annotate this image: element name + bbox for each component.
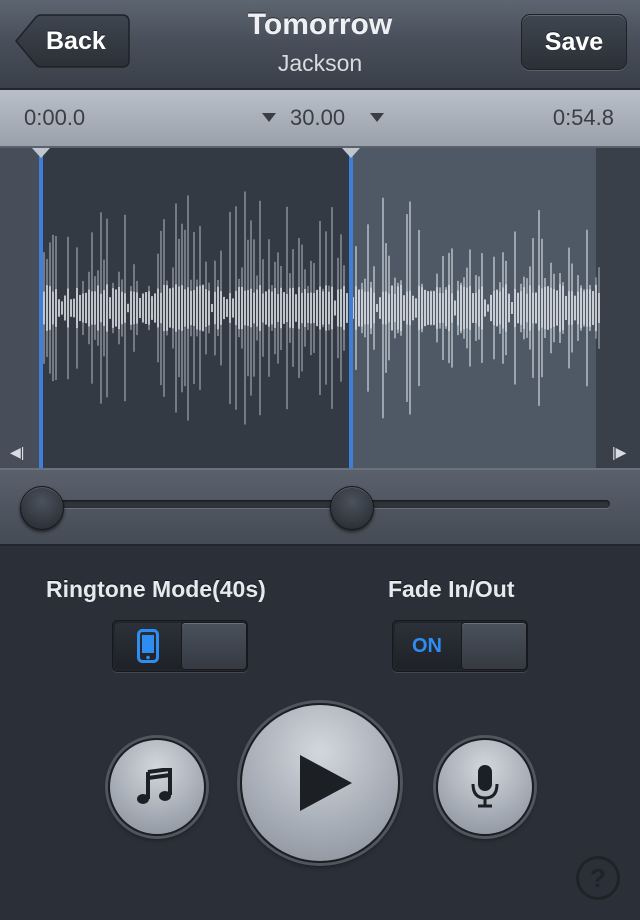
start-knob[interactable] — [20, 486, 64, 530]
music-note-icon — [137, 768, 172, 804]
post-region — [596, 148, 640, 468]
play-icon — [300, 755, 352, 811]
microphone-icon — [471, 765, 499, 808]
phone-icon — [137, 629, 159, 663]
duration-value: 30.00 — [290, 105, 346, 130]
waveform-area[interactable] — [0, 148, 640, 468]
scroll-right-icon[interactable]: |▶ — [612, 444, 626, 461]
triangle-down-icon — [370, 113, 384, 122]
toggle-thumb — [461, 622, 527, 670]
time-bar: 0:00.0 30.00 0:54.8 — [0, 90, 640, 148]
triangle-down-icon — [262, 113, 276, 122]
end-time: 0:54.8 — [552, 105, 614, 130]
duration-selector[interactable]: 30.00 — [262, 90, 384, 146]
waveform — [0, 148, 640, 468]
help-icon[interactable]: ? — [576, 856, 620, 900]
record-button[interactable] — [436, 738, 534, 836]
end-knob[interactable] — [330, 486, 374, 530]
pre-selection-region — [0, 148, 40, 468]
music-library-button[interactable] — [108, 738, 206, 836]
fade-label: Fade In/Out — [388, 576, 515, 602]
range-slider-track[interactable] — [40, 500, 610, 508]
nav-bar: Back Tomorrow Jackson Save — [0, 0, 640, 90]
ringtone-mode-label: Ringtone Mode(40s) — [46, 576, 266, 602]
scroll-left-icon[interactable]: ◀| — [10, 444, 24, 461]
fade-state: ON — [412, 635, 442, 657]
save-button[interactable]: Save — [521, 14, 627, 70]
ringtone-mode-toggle[interactable] — [112, 620, 248, 672]
toggle-thumb — [181, 622, 247, 670]
play-button[interactable] — [240, 703, 400, 863]
fade-toggle[interactable]: ON — [392, 620, 528, 672]
start-time: 0:00.0 — [24, 105, 86, 130]
